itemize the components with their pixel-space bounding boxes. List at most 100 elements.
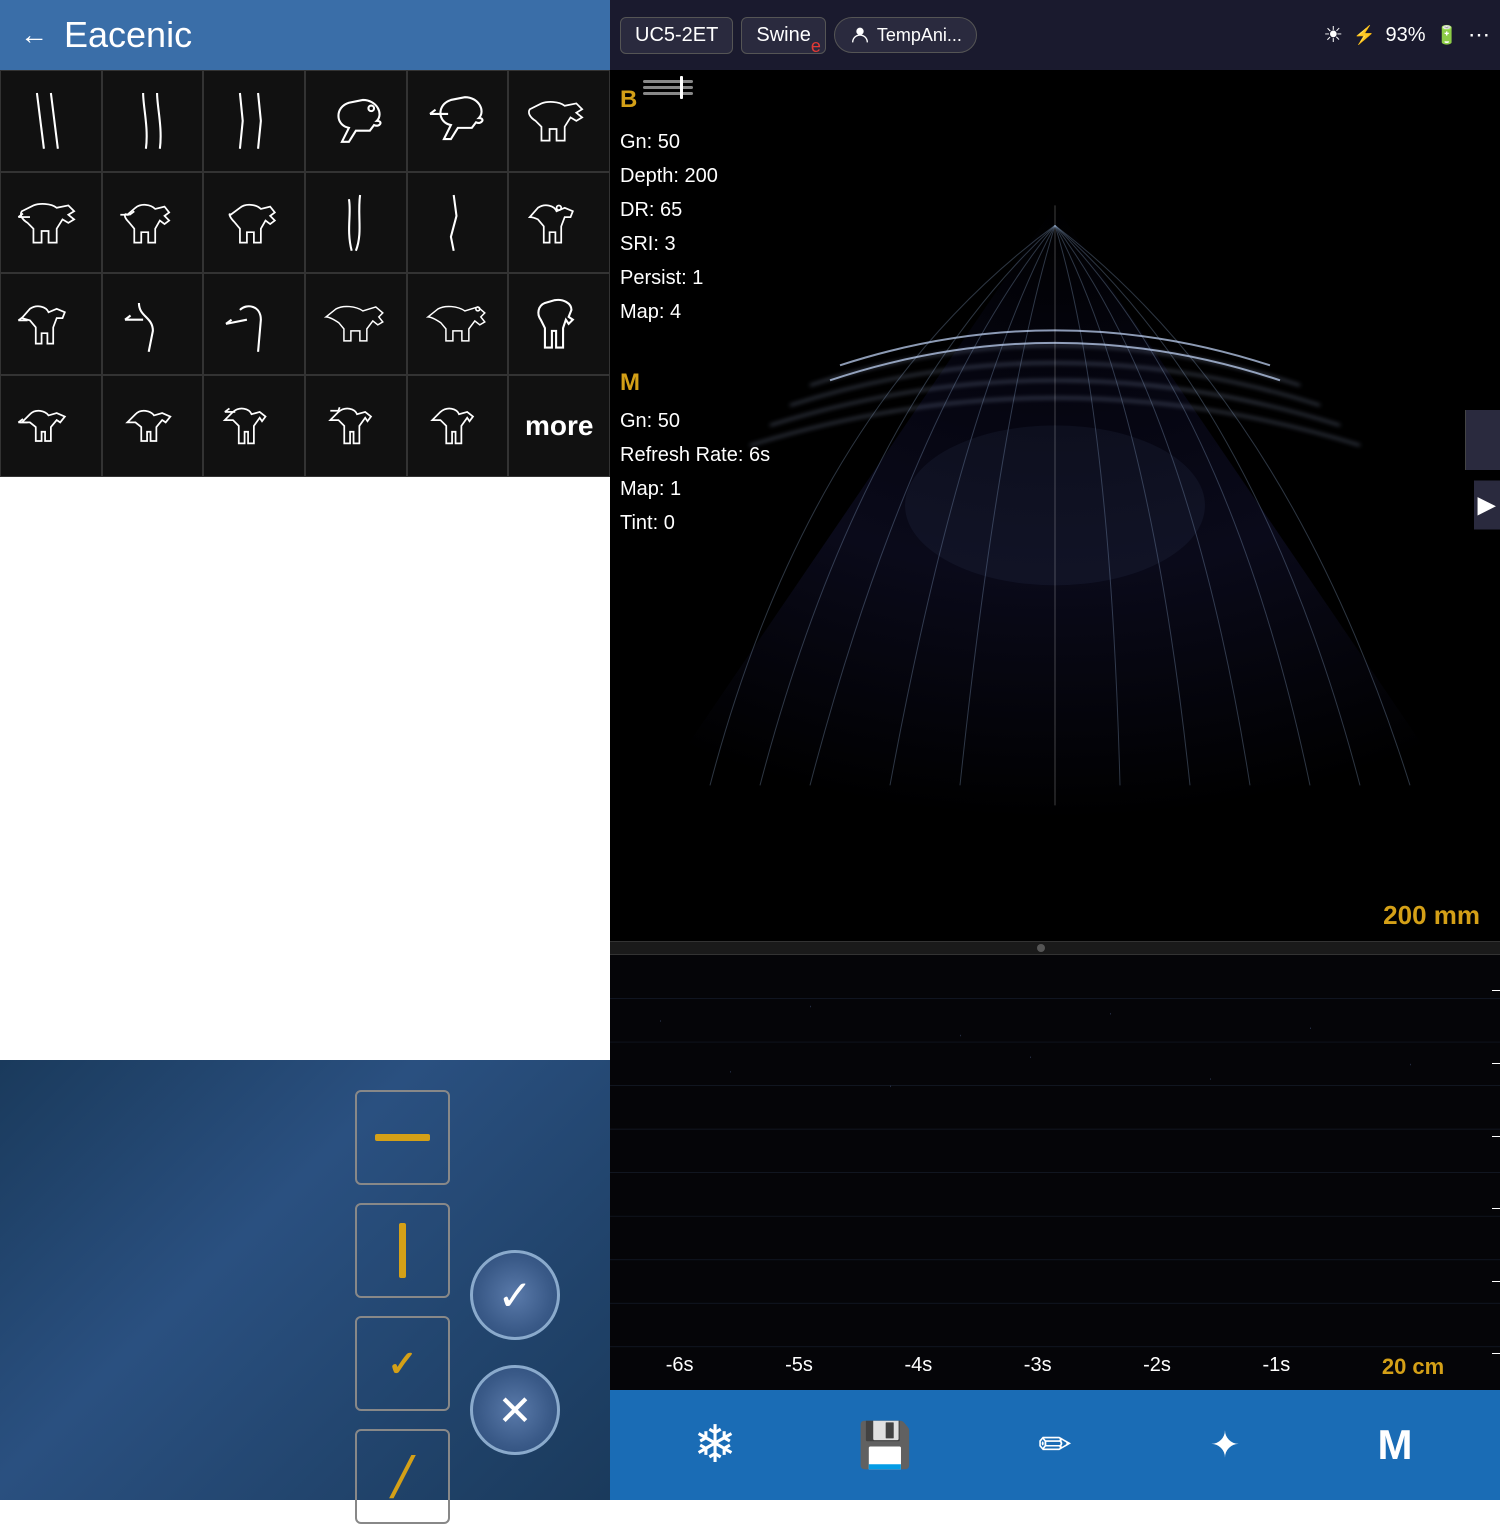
tool-buttons-container: ✓ ╱	[355, 1090, 450, 1524]
ruler-tick-2	[1492, 1063, 1500, 1064]
animal-cell-22[interactable]	[305, 375, 407, 477]
mode-label: Swine	[756, 24, 810, 46]
collapse-arrow[interactable]: ▶	[1474, 481, 1500, 530]
animal-cell-15[interactable]	[203, 273, 305, 375]
bottom-tool-panel: ✓ ╱ ✓ ✕	[0, 1060, 610, 1500]
save-icon: 💾	[858, 1419, 913, 1471]
animal-cell-10[interactable]	[305, 172, 407, 274]
time-label-4: -4s	[904, 1354, 932, 1380]
status-bar: UC5-2ET Swine e TempAni... ☀ ⚡ 93% 🔋 ⋯	[610, 0, 1500, 70]
animal-cell-7[interactable]	[0, 172, 102, 274]
b-sri-param: SRI: 3	[620, 227, 770, 261]
time-label-6: -6s	[666, 1354, 694, 1380]
check-icon: ✓	[387, 1343, 417, 1385]
snowflake-icon: ❄	[693, 1415, 737, 1475]
ruler-tick-4	[1492, 1208, 1500, 1209]
app-title: Eacenic	[64, 14, 192, 56]
ruler-tick-3	[1492, 1136, 1500, 1137]
animal-cell-23[interactable]	[407, 375, 509, 477]
animal-cell-13[interactable]	[0, 273, 102, 375]
b-map-param: Map: 4	[620, 295, 770, 329]
right-panel: UC5-2ET Swine e TempAni... ☀ ⚡ 93% 🔋 ⋯	[610, 0, 1500, 1500]
time-label-1: -1s	[1262, 1354, 1290, 1380]
white-spacer	[0, 477, 610, 1060]
b-gn-param: Gn: 50	[620, 125, 770, 159]
time-last-label: 20 cm	[1382, 1354, 1444, 1380]
more-options-icon[interactable]: ⋯	[1468, 22, 1490, 48]
animal-cell-3[interactable]	[203, 70, 305, 172]
animal-cell-19[interactable]	[0, 375, 102, 477]
v-line-icon	[399, 1223, 406, 1278]
animal-cell-6[interactable]	[508, 70, 610, 172]
animal-cell-11[interactable]	[407, 172, 509, 274]
animal-grid: more	[0, 70, 610, 477]
animal-cell-14[interactable]	[102, 273, 204, 375]
measure-button[interactable]: ✦	[1185, 1405, 1265, 1485]
save-button[interactable]: 💾	[845, 1405, 925, 1485]
edit-button[interactable]: ✏	[1015, 1405, 1095, 1485]
ruler-tick-5	[1492, 1281, 1500, 1282]
status-left: UC5-2ET Swine e TempAni...	[620, 17, 977, 54]
b-dr-param: DR: 65	[620, 193, 770, 227]
more-cell[interactable]: more	[508, 375, 610, 477]
check-tool[interactable]: ✓	[355, 1316, 450, 1411]
time-label-2: -2s	[1143, 1354, 1171, 1380]
m-mode-image: -6s -5s -4s -3s -2s -1s 20 cm	[610, 955, 1500, 1390]
m-mode-title: M	[620, 369, 640, 396]
cancel-x-icon: ✕	[497, 1386, 532, 1435]
time-labels-container: -6s -5s -4s -3s -2s -1s 20 cm	[610, 1354, 1500, 1380]
brightness-icon[interactable]: ☀	[1323, 22, 1343, 48]
m-map-param: Map: 1	[620, 472, 770, 506]
horizontal-line-tool[interactable]	[355, 1090, 450, 1185]
b-params-section: B	[620, 80, 770, 121]
animal-cell-12[interactable]	[508, 172, 610, 274]
animal-cell-8[interactable]	[102, 172, 204, 274]
h-line-icon	[375, 1134, 430, 1141]
m-mode-button[interactable]: M	[1355, 1405, 1435, 1485]
animal-cell-5[interactable]	[407, 70, 509, 172]
animal-cell-1[interactable]	[0, 70, 102, 172]
slider-3	[643, 92, 693, 95]
b-mode-image: B Gn: 50 Depth: 200 DR: 65 SRI: 3 Persis…	[610, 70, 1500, 941]
ultrasound-area: B Gn: 50 Depth: 200 DR: 65 SRI: 3 Persis…	[610, 70, 1500, 1390]
depth-label: 200 mm	[1383, 900, 1480, 931]
animal-cell-9[interactable]	[203, 172, 305, 274]
animal-cell-17[interactable]	[407, 273, 509, 375]
slash-tool[interactable]: ╱	[355, 1429, 450, 1524]
battery-icon: 🔋	[1436, 25, 1458, 46]
separator-handle[interactable]	[1037, 944, 1045, 952]
animal-cell-4[interactable]	[305, 70, 407, 172]
ruler-tick-1	[1492, 990, 1500, 991]
m-mode-label: M	[1378, 1421, 1413, 1469]
animal-cell-21[interactable]	[203, 375, 305, 477]
bottom-toolbar: ❄ 💾 ✏ ✦ M	[610, 1390, 1500, 1500]
vertical-line-tool[interactable]	[355, 1203, 450, 1298]
b-sliders	[643, 80, 693, 95]
freeze-button[interactable]: ❄	[675, 1405, 755, 1485]
user-badge[interactable]: TempAni...	[834, 17, 977, 53]
measure-icon: ✦	[1210, 1424, 1240, 1466]
b-mode-title: B	[620, 80, 637, 121]
probe-badge[interactable]: UC5-2ET	[620, 17, 733, 54]
animal-cell-16[interactable]	[305, 273, 407, 375]
thumbnail-edge[interactable]	[1465, 410, 1500, 470]
back-button[interactable]: ←	[20, 19, 48, 51]
confirm-button[interactable]: ✓	[470, 1250, 560, 1340]
mode-badge[interactable]: Swine e	[741, 17, 825, 54]
b-persist-param: Persist: 1	[620, 261, 770, 295]
user-icon	[849, 24, 871, 46]
cancel-button[interactable]: ✕	[470, 1365, 560, 1455]
animal-cell-18[interactable]	[508, 273, 610, 375]
animal-cell-2[interactable]	[102, 70, 204, 172]
m-tint-param: Tint: 0	[620, 506, 770, 540]
slash-icon: ╱	[392, 1456, 414, 1498]
slider-1	[643, 80, 693, 83]
time-label-5: -5s	[785, 1354, 813, 1380]
pencil-icon: ✏	[1038, 1422, 1072, 1468]
b-depth-param: Depth: 200	[620, 159, 770, 193]
mode-e-indicator: e	[811, 36, 821, 57]
user-label: TempAni...	[877, 25, 962, 46]
ruler-tick-6	[1492, 1353, 1500, 1354]
animal-cell-20[interactable]	[102, 375, 204, 477]
usb-icon: ⚡	[1353, 25, 1375, 46]
